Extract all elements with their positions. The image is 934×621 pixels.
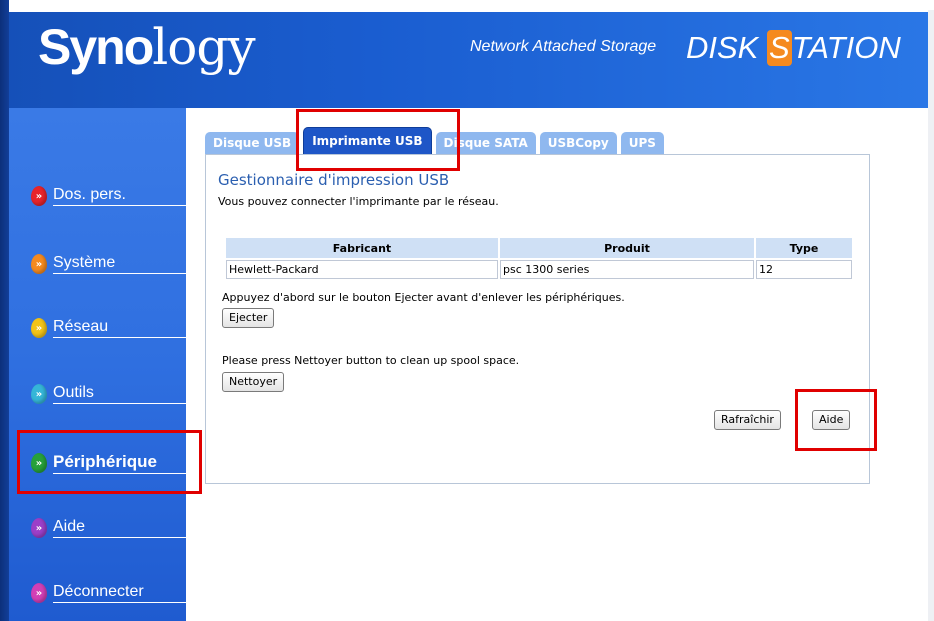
refresh-button[interactable]: Rafraîchir bbox=[714, 410, 781, 430]
sidebar-item-label: Dos. pers. bbox=[53, 186, 193, 206]
content-panel: Gestionnaire d'impression USB Vous pouve… bbox=[205, 154, 870, 484]
column-header: Fabricant bbox=[226, 238, 498, 258]
eject-button[interactable]: Ejecter bbox=[222, 308, 275, 328]
column-header: Produit bbox=[500, 238, 754, 258]
bullet-icon: » bbox=[31, 384, 47, 404]
sidebar-item-aide[interactable]: » Aide bbox=[31, 518, 193, 538]
tab-ups[interactable]: UPS bbox=[620, 132, 664, 154]
sidebar-item-label: Déconnecter bbox=[53, 583, 193, 603]
highlight-box-tab bbox=[296, 109, 460, 171]
bullet-icon: » bbox=[31, 518, 47, 538]
synology-logo: Synology bbox=[38, 18, 256, 76]
highlight-box-help bbox=[795, 389, 877, 451]
sidebar-nav: » Dos. pers. » Système » Réseau » Outils… bbox=[9, 108, 193, 621]
clean-button[interactable]: Nettoyer bbox=[222, 372, 285, 392]
sidebar-item-label: Réseau bbox=[53, 318, 193, 338]
bullet-icon: » bbox=[31, 254, 47, 274]
tab-disque-usb[interactable]: Disque USB bbox=[205, 132, 300, 154]
bullet-icon: » bbox=[31, 583, 47, 603]
bullet-icon: » bbox=[31, 318, 47, 338]
sidebar-item-reseau[interactable]: » Réseau bbox=[31, 318, 193, 338]
page-description: Vous pouvez connecter l'imprimante par l… bbox=[218, 195, 499, 208]
cell-manufacturer: Hewlett-Packard bbox=[226, 260, 498, 279]
column-header: Type bbox=[756, 238, 852, 258]
sidebar-item-outils[interactable]: » Outils bbox=[31, 384, 193, 404]
sidebar-item-label: Système bbox=[53, 254, 193, 274]
printer-table: Fabricant Produit Type Hewlett-Packard p… bbox=[224, 236, 854, 281]
eject-note: Appuyez d'abord sur le bouton Ejecter av… bbox=[222, 291, 625, 304]
cell-type: 12 bbox=[756, 260, 852, 279]
bullet-icon: » bbox=[31, 186, 47, 206]
sidebar-item-deconnecter[interactable]: » Déconnecter bbox=[31, 583, 193, 603]
product-logo: DISK STATION bbox=[686, 30, 901, 66]
sidebar-item-label: Aide bbox=[53, 518, 193, 538]
scrollbar[interactable] bbox=[928, 10, 934, 621]
cell-product: psc 1300 series bbox=[500, 260, 754, 279]
sidebar-item-label: Outils bbox=[53, 384, 193, 404]
sidebar-item-systeme[interactable]: » Système bbox=[31, 254, 193, 274]
left-window-edge bbox=[0, 0, 9, 621]
app-header: Synology Network Attached Storage DISK S… bbox=[0, 0, 934, 108]
table-row: Hewlett-Packard psc 1300 series 12 bbox=[226, 260, 852, 279]
page-title: Gestionnaire d'impression USB bbox=[218, 171, 450, 189]
header-tagline: Network Attached Storage bbox=[470, 38, 657, 55]
clean-note: Please press Nettoyer button to clean up… bbox=[222, 354, 520, 367]
highlight-box-sidebar bbox=[17, 430, 202, 494]
sidebar-item-dos-pers[interactable]: » Dos. pers. bbox=[31, 186, 193, 206]
tab-usbcopy[interactable]: USBCopy bbox=[539, 132, 617, 154]
